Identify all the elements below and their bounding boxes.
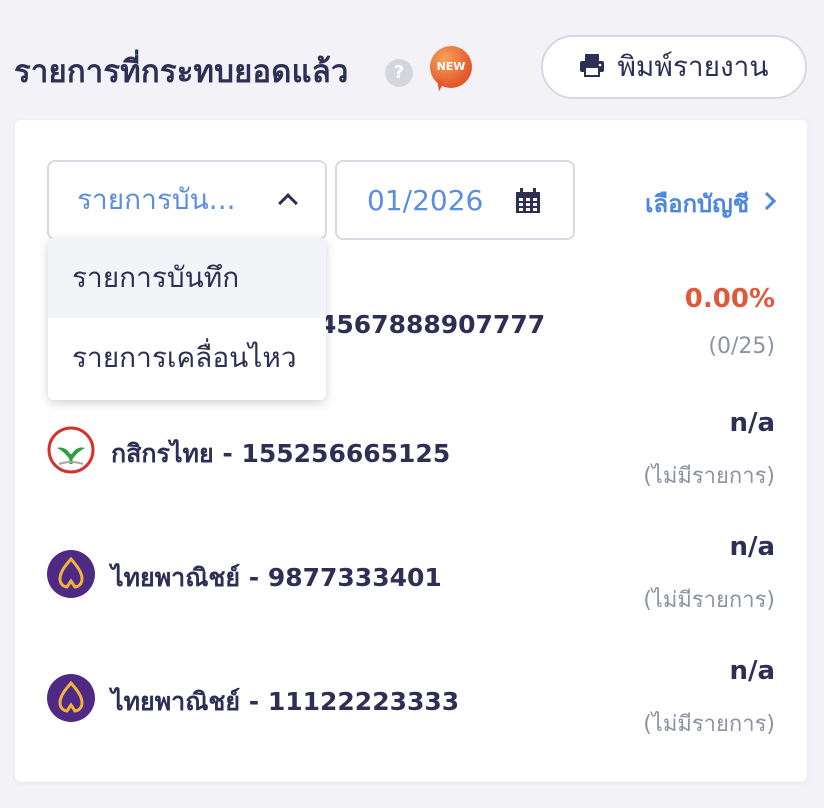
- menu-item-recorded[interactable]: รายการบันทึก: [48, 238, 326, 318]
- reconcile-count: (ไม่มีรายการ): [643, 588, 775, 613]
- select-account-link[interactable]: เลือกบัญชี: [645, 184, 777, 223]
- page-title: รายการที่กระทบยอดแล้ว: [14, 54, 349, 90]
- reconcile-rate: n/a: [729, 408, 775, 438]
- reconcile-rate: n/a: [729, 656, 775, 686]
- chevron-up-icon: [278, 193, 298, 213]
- calendar-icon[interactable]: [515, 188, 541, 218]
- transaction-type-value: รายการบัน...: [77, 183, 236, 216]
- transaction-type-dropdown[interactable]: รายการบัน...: [47, 160, 327, 240]
- help-icon[interactable]: ?: [385, 59, 413, 87]
- print-report-label: พิมพ์รายงาน: [617, 50, 769, 83]
- account-bank-name: ไทยพาณิชย์: [111, 687, 241, 716]
- account-number: 11122223333: [267, 687, 460, 716]
- reconcile-count: (0/25): [708, 334, 775, 359]
- new-badge-icon: NEW: [430, 46, 472, 88]
- kbank-logo-icon: [47, 426, 95, 474]
- month-picker[interactable]: 01/2026: [335, 160, 575, 240]
- account-bank-name: ไทยพาณิชย์: [111, 563, 241, 592]
- account-name: กสิกรไทย - 155256665125: [111, 439, 451, 468]
- reconcile-count: (ไม่มีรายการ): [643, 712, 775, 737]
- account-row[interactable]: ไทยพาณิชย์ - 9877333401 n/a (ไม่มีรายการ…: [47, 528, 775, 652]
- account-name: ไทยพาณิชย์ - 9877333401: [111, 563, 442, 592]
- page-header: รายการที่กระทบยอดแล้ว ? NEW พิมพ์รายงาน: [14, 34, 810, 100]
- account-row[interactable]: กสิกรไทย - 155256665125 n/a (ไม่มีรายการ…: [47, 404, 775, 528]
- account-number: 155256665125: [241, 439, 451, 468]
- reconcile-rate: n/a: [729, 532, 775, 562]
- reconcile-rate: 0.00%: [684, 284, 775, 314]
- printer-icon: [579, 52, 605, 82]
- chevron-right-icon: [763, 190, 777, 218]
- menu-item-movement[interactable]: รายการเคลื่อนไหว: [48, 318, 326, 398]
- print-report-button[interactable]: พิมพ์รายงาน: [541, 35, 807, 99]
- account-row[interactable]: ไทยพาณิชย์ - 11122223333 n/a (ไม่มีรายกา…: [47, 652, 775, 776]
- scb-logo-icon: [47, 674, 95, 722]
- month-value: 01/2026: [367, 183, 484, 217]
- reconciled-transactions-card: รายการบัน... 01/2026 เลือกบัญชี 45678889…: [15, 120, 807, 782]
- account-bank-name: กสิกรไทย: [111, 439, 214, 468]
- reconcile-count: (ไม่มีรายการ): [643, 464, 775, 489]
- account-number: 9877333401: [267, 563, 442, 592]
- select-account-label: เลือกบัญชี: [645, 190, 749, 218]
- scb-logo-icon: [47, 550, 95, 598]
- account-name: ไทยพาณิชย์ - 11122223333: [111, 687, 460, 716]
- transaction-type-menu: รายการบันทึก รายการเคลื่อนไหว: [48, 238, 326, 400]
